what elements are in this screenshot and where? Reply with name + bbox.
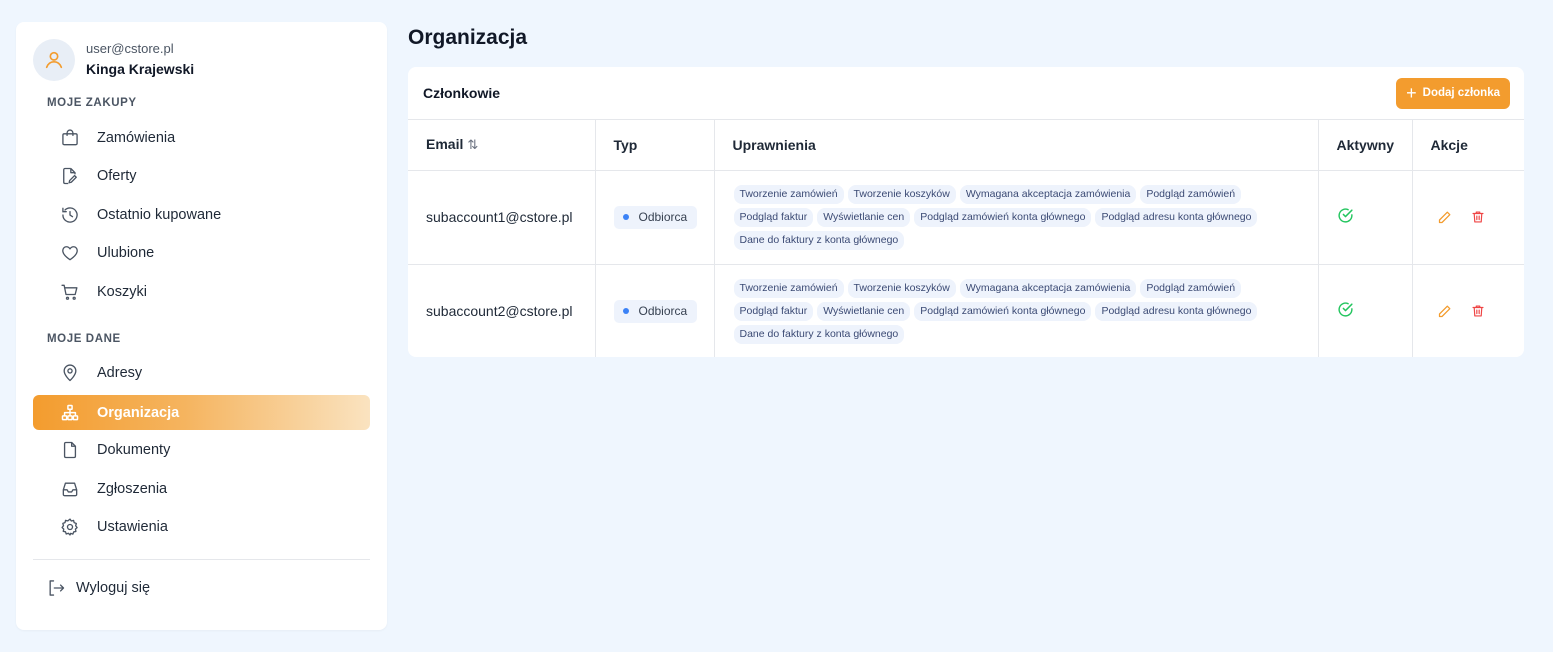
permission-tag: Podgląd faktur: [733, 301, 814, 321]
shopping-bag-icon: [60, 128, 80, 148]
sidebar-item-orders[interactable]: Zamówienia: [33, 120, 370, 155]
file-pen-icon: [60, 166, 80, 186]
user-avatar-icon: [33, 39, 75, 81]
delete-icon[interactable]: [1471, 304, 1485, 318]
history-icon: [60, 205, 80, 225]
map-pin-icon: [60, 363, 80, 383]
edit-icon[interactable]: [1437, 210, 1452, 225]
sidebar-item-label: Ustawienia: [97, 518, 168, 535]
page-title: Organizacja: [408, 26, 528, 49]
file-icon: [60, 440, 80, 460]
sidebar-item-label: Zamówienia: [97, 129, 176, 146]
permission-tag: Dane do faktury z konta głównego: [733, 324, 905, 344]
permission-tag: Podgląd zamówień konta głównego: [914, 301, 1092, 321]
section-title-data: MOJE DANE: [47, 333, 121, 345]
members-card-header: Członkowie + Dodaj członka: [408, 67, 1524, 120]
plus-icon: +: [1406, 83, 1417, 103]
permissions-list: Tworzenie zamówień Tworzenie koszyków Wy…: [733, 278, 1308, 344]
sidebar-item-tickets[interactable]: Zgłoszenia: [33, 471, 370, 506]
user-email: user@cstore.pl: [86, 41, 174, 56]
permission-tag: Tworzenie koszyków: [847, 184, 956, 204]
sidebar-item-label: Zgłoszenia: [97, 480, 168, 497]
permission-tag: Tworzenie zamówień: [733, 184, 844, 204]
permission-tag: Tworzenie zamówień: [733, 278, 844, 298]
sidebar-item-settings[interactable]: Ustawienia: [33, 509, 370, 544]
logout-icon: [46, 578, 66, 598]
sidebar-item-label: Ulubione: [97, 244, 155, 261]
active-check-icon: [1337, 207, 1354, 224]
sidebar-item-addresses[interactable]: Adresy: [33, 355, 370, 390]
member-email: subaccount1@cstore.pl: [408, 170, 596, 265]
column-header-type: Typ: [595, 120, 715, 171]
sort-icon[interactable]: ⇅: [467, 137, 478, 152]
status-dot: [622, 308, 629, 315]
column-header-permissions: Uprawnienia: [714, 120, 1319, 171]
permission-tag: Wymagana akceptacja zamówienia: [959, 184, 1137, 204]
sidebar-divider: [33, 559, 370, 560]
type-badge: Odbiorca: [613, 205, 698, 229]
cart-icon: [60, 282, 80, 302]
permission-tag: Podgląd zamówień konta głównego: [914, 207, 1092, 227]
delete-icon[interactable]: [1471, 210, 1485, 224]
sidebar-item-label: Organizacja: [97, 404, 180, 421]
permission-tag: Podgląd faktur: [733, 207, 814, 227]
sidebar-item-label: Koszyki: [97, 283, 147, 300]
permission-tag: Podgląd adresu konta głównego: [1095, 301, 1258, 321]
sidebar-item-documents[interactable]: Dokumenty: [33, 432, 370, 467]
permissions-list: Tworzenie zamówień Tworzenie koszyków Wy…: [733, 184, 1308, 250]
table-header-row: Email ⇅ Typ Uprawnienia Aktywny Akcje: [408, 120, 1524, 171]
sidebar-item-label: Dokumenty: [97, 441, 171, 458]
edit-icon[interactable]: [1437, 304, 1452, 319]
permission-tag: Dane do faktury z konta głównego: [733, 230, 905, 250]
member-email: subaccount2@cstore.pl: [408, 264, 596, 357]
add-member-button[interactable]: + Dodaj członka: [1396, 77, 1510, 109]
column-header-actions: Akcje: [1412, 120, 1524, 171]
section-title-purchases: MOJE ZAKUPY: [47, 97, 137, 109]
permission-tag: Podgląd zamówień: [1140, 184, 1242, 204]
permission-tag: Wymagana akceptacja zamówienia: [959, 278, 1137, 298]
members-table: Email ⇅ Typ Uprawnienia Aktywny Akcje sub…: [408, 120, 1524, 357]
inbox-icon: [60, 479, 80, 499]
sidebar-item-favorites[interactable]: Ulubione: [33, 235, 370, 270]
column-header-active: Aktywny: [1318, 120, 1413, 171]
sidebar-item-label: Ostatnio kupowane: [97, 206, 222, 223]
user-name: Kinga Krajewski: [86, 61, 195, 77]
status-dot: [622, 214, 629, 220]
permission-tag: Tworzenie koszyków: [847, 278, 956, 298]
sidebar-item-recent[interactable]: Ostatnio kupowane: [33, 197, 370, 232]
sidebar-item-carts[interactable]: Koszyki: [33, 274, 370, 309]
column-header-email[interactable]: Email ⇅: [408, 120, 596, 171]
members-title: Członkowie: [423, 85, 501, 101]
add-member-label: Dodaj członka: [1422, 87, 1500, 99]
permission-tag: Podgląd adresu konta głównego: [1095, 207, 1258, 227]
permission-tag: Wyświetlanie cen: [817, 207, 911, 227]
permission-tag: Podgląd zamówień: [1140, 278, 1242, 298]
table-row: subaccount2@cstore.pl Odbiorca Tworzenie…: [408, 264, 1524, 357]
type-badge: Odbiorca: [613, 299, 698, 323]
sidebar-item-label: Adresy: [97, 364, 143, 381]
permission-tag: Wyświetlanie cen: [817, 301, 911, 321]
table-row: subaccount1@cstore.pl Odbiorca Tworzenie…: [408, 170, 1524, 265]
heart-icon: [60, 243, 80, 263]
sidebar: user@cstore.pl Kinga Krajewski MOJE ZAKU…: [16, 22, 387, 630]
gear-icon: [60, 517, 80, 537]
logout-button[interactable]: Wyloguj się: [46, 578, 150, 598]
logout-label: Wyloguj się: [76, 580, 151, 596]
sidebar-item-offers[interactable]: Oferty: [33, 158, 370, 193]
members-card: Członkowie + Dodaj członka Email ⇅ Typ Up…: [408, 67, 1524, 357]
sidebar-item-label: Oferty: [97, 167, 137, 184]
active-check-icon: [1337, 301, 1354, 318]
org-chart-icon: [60, 403, 80, 423]
sidebar-item-organization[interactable]: Organizacja: [33, 395, 370, 430]
user-profile: user@cstore.pl Kinga Krajewski: [33, 39, 194, 81]
